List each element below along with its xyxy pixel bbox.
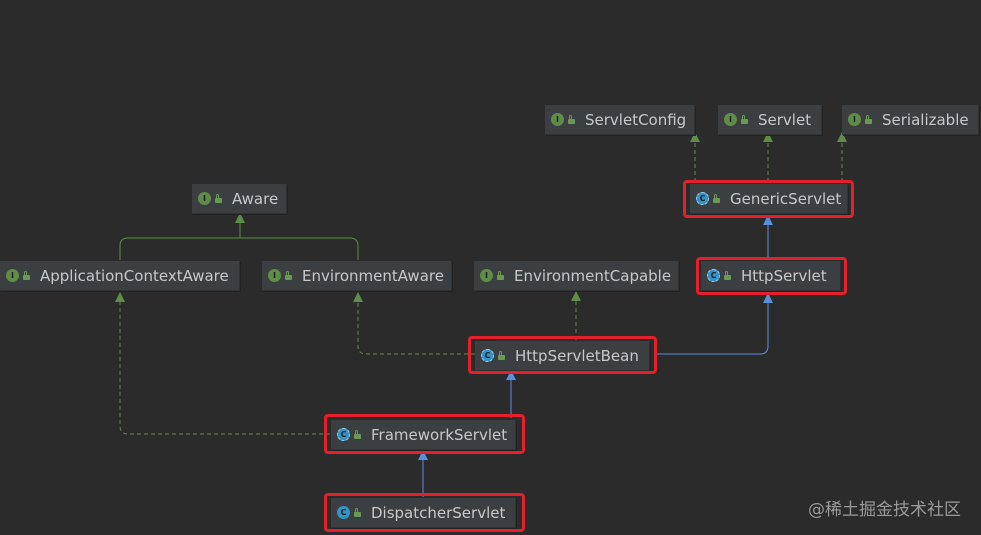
node-label: Aware	[232, 189, 279, 208]
edge-applicationcontextaware-aware	[119, 218, 359, 260]
interface-icon: I	[848, 113, 861, 126]
interface-icon: I	[480, 269, 493, 282]
lock-icon	[865, 115, 872, 124]
edge-httpservletbean-environmentaware	[353, 292, 475, 355]
lock-icon	[568, 115, 575, 124]
lock-icon	[215, 194, 222, 203]
interface-icon: I	[198, 192, 211, 205]
highlight-box-httpservletbean	[468, 336, 657, 374]
edge-frameworkservlet-applicationcontextaware	[115, 292, 330, 435]
node-label: EnvironmentCapable	[514, 266, 672, 285]
lock-icon	[23, 271, 30, 280]
interface-icon: I	[724, 113, 737, 126]
highlight-box-dispatcherservlet	[324, 493, 525, 532]
node-environmentaware[interactable]: I EnvironmentAware	[262, 261, 452, 291]
highlight-box-httpservlet	[696, 257, 847, 295]
edge-httpservletbean-httpservlet	[655, 293, 773, 355]
node-servletconfig[interactable]: I ServletConfig	[545, 105, 695, 135]
highlight-box-genericservlet	[683, 180, 854, 218]
lock-icon	[285, 271, 292, 280]
interface-icon: I	[268, 269, 281, 282]
lock-icon	[497, 271, 504, 280]
node-label: ServletConfig	[585, 110, 687, 129]
node-label: Serializable	[882, 110, 969, 129]
interface-icon: I	[6, 269, 19, 282]
node-servlet[interactable]: I Servlet	[718, 105, 822, 135]
node-environmentcapable[interactable]: I EnvironmentCapable	[474, 261, 679, 291]
node-aware[interactable]: I Aware	[192, 184, 287, 214]
interface-icon: I	[551, 113, 564, 126]
node-serializable[interactable]: I Serializable	[842, 105, 979, 135]
node-applicationcontextaware[interactable]: I ApplicationContextAware	[0, 261, 240, 291]
node-label: EnvironmentAware	[302, 266, 444, 285]
lock-icon	[741, 115, 748, 124]
node-label: Servlet	[758, 110, 812, 129]
node-label: ApplicationContextAware	[40, 266, 229, 285]
watermark: @稀土掘金技术社区	[808, 500, 961, 520]
highlight-box-frameworkservlet	[324, 414, 525, 454]
